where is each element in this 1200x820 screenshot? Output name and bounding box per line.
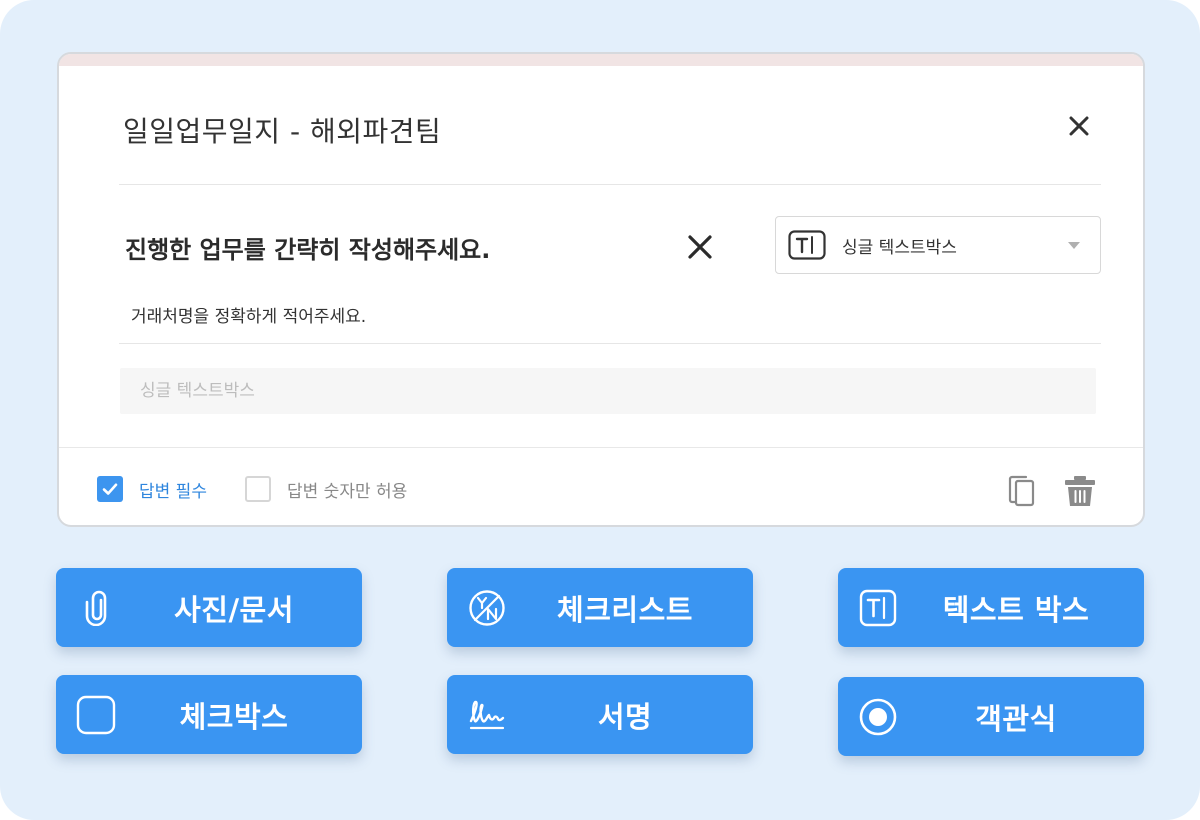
card-top-bar [59, 54, 1143, 66]
title-divider [119, 184, 1101, 185]
add-signature-button[interactable]: 서명 [447, 675, 753, 754]
yes-no-icon [467, 588, 507, 628]
answer-preview-input[interactable] [120, 368, 1096, 414]
footer-divider [59, 447, 1143, 448]
textbox-icon [788, 230, 826, 260]
duplicate-question-button[interactable] [1008, 474, 1036, 508]
close-icon [1069, 116, 1089, 136]
question-description: 거래처명을 정확하게 적어주세요. [131, 307, 367, 327]
add-checkbox-button[interactable]: 체크박스 [56, 675, 362, 754]
copy-icon [1008, 475, 1035, 507]
question-title: 진행한 업무를 간략히 작성해주세요. [125, 236, 491, 264]
add-photo-document-label: 사진/문서 [174, 592, 294, 627]
add-checkbox-label: 체크박스 [179, 699, 289, 734]
required-label: 답변 필수 [139, 481, 207, 502]
question-type-label: 싱글 텍스트박스 [842, 237, 957, 258]
numbers-only-label: 답변 숫자만 허용 [287, 481, 408, 502]
add-photo-document-button[interactable]: 사진/문서 [56, 568, 362, 647]
close-icon [688, 235, 712, 259]
add-multiple-choice-label: 객관식 [975, 701, 1057, 736]
signature-icon [467, 695, 507, 735]
required-checkbox[interactable]: 답변 필수 [97, 476, 207, 502]
add-signature-label: 서명 [597, 699, 653, 734]
app-background: 일일업무일지 - 해외파견팀 진행한 업무를 간략히 작성해주세요. 싱글 텍스… [0, 0, 1200, 820]
add-textbox-label: 텍스트 박스 [942, 592, 1090, 627]
checkbox-icon [76, 695, 116, 735]
delete-question-button[interactable] [685, 232, 715, 262]
add-checklist-label: 체크리스트 [557, 592, 693, 627]
paperclip-icon [76, 588, 116, 628]
delete-card-button[interactable] [1063, 474, 1097, 508]
radio-icon [858, 697, 898, 737]
description-divider [119, 343, 1101, 344]
close-form-button[interactable] [1065, 112, 1093, 140]
chevron-down-icon [1068, 242, 1080, 249]
add-textbox-button[interactable]: 텍스트 박스 [838, 568, 1144, 647]
question-type-select[interactable]: 싱글 텍스트박스 [775, 216, 1101, 274]
question-card: 일일업무일지 - 해외파견팀 진행한 업무를 간략히 작성해주세요. 싱글 텍스… [57, 52, 1145, 527]
trash-icon [1065, 476, 1095, 506]
add-checklist-button[interactable]: 체크리스트 [447, 568, 753, 647]
numbers-only-checkbox[interactable]: 답변 숫자만 허용 [245, 476, 407, 502]
textbox-icon [858, 588, 898, 628]
checkbox-unchecked-icon [245, 476, 271, 502]
checkbox-checked-icon [97, 476, 123, 502]
form-title: 일일업무일지 - 해외파견팀 [123, 115, 442, 148]
add-multiple-choice-button[interactable]: 객관식 [838, 677, 1144, 756]
